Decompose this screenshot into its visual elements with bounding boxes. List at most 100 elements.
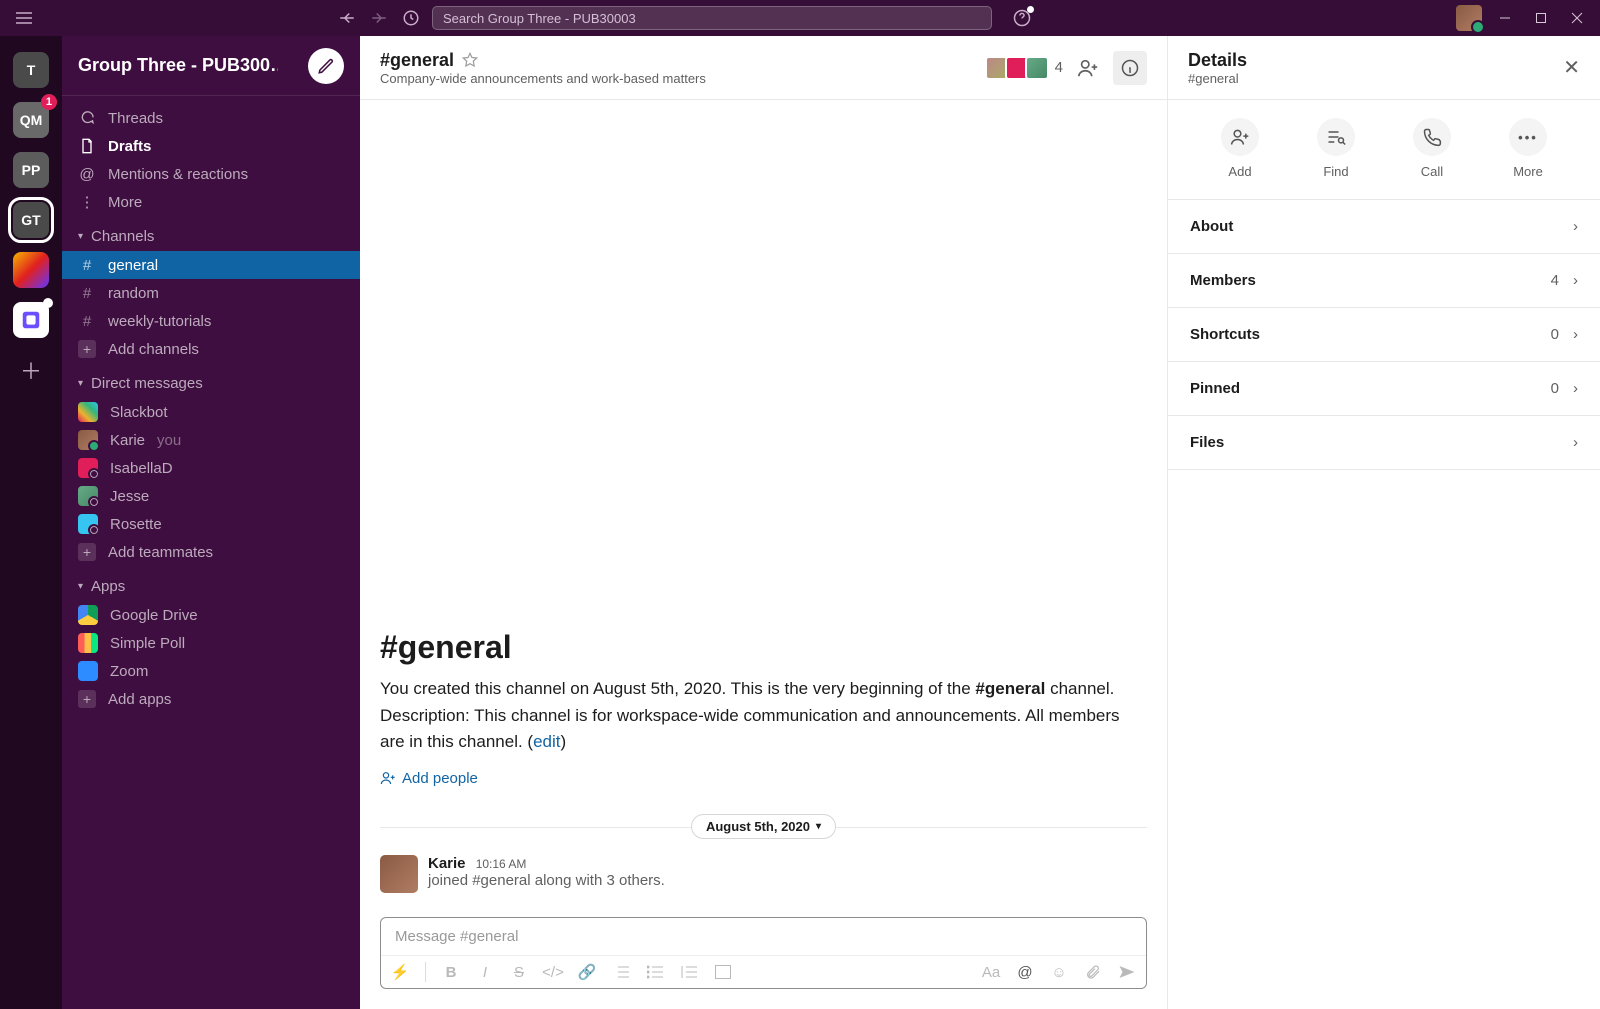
workspace-tile-app[interactable] [13, 252, 49, 288]
add-label: Add apps [108, 691, 171, 708]
section-apps[interactable]: ▾ Apps [62, 572, 360, 601]
code-icon[interactable]: </> [544, 964, 562, 981]
dm-label: Karie [110, 432, 145, 449]
dm-item[interactable]: Slackbot [62, 398, 360, 426]
message-user[interactable]: Karie [428, 855, 466, 872]
section-direct-messages[interactable]: ▾ Direct messages [62, 369, 360, 398]
search-input[interactable]: Search Group Three - PUB30003 [432, 6, 992, 30]
nav-mentions[interactable]: @ Mentions & reactions [62, 160, 360, 188]
attach-icon[interactable] [1084, 964, 1102, 980]
action-label: Add [1228, 164, 1251, 179]
blockquote-icon[interactable] [680, 965, 698, 979]
details-action-find[interactable]: Find [1317, 118, 1355, 179]
caret-down-icon: ▾ [78, 231, 83, 242]
add-teammates-button[interactable]: + Add teammates [62, 538, 360, 566]
nav-threads[interactable]: Threads [62, 104, 360, 132]
workspace-name[interactable]: Group Three - PUB300… ▾ [78, 55, 278, 76]
link-icon[interactable]: 🔗 [578, 963, 596, 981]
italic-icon[interactable]: I [476, 964, 494, 981]
message-avatar[interactable] [380, 855, 418, 893]
chevron-right-icon: › [1573, 434, 1578, 451]
add-channels-button[interactable]: + Add channels [62, 335, 360, 363]
details-action-call[interactable]: Call [1413, 118, 1451, 179]
channel-label: random [108, 285, 159, 302]
emoji-icon[interactable]: ☺ [1050, 964, 1068, 981]
add-person-icon[interactable] [1077, 57, 1099, 79]
channel-title[interactable]: #general [380, 50, 454, 71]
welcome-text: You created this channel on August 5th, … [380, 676, 1147, 755]
user-avatar[interactable] [1456, 5, 1482, 31]
message-composer[interactable]: Message #general ⚡ B I S </> 🔗 [380, 917, 1147, 989]
avatar [78, 486, 98, 506]
window-minimize-icon[interactable] [1498, 11, 1512, 25]
close-details-icon[interactable]: ✕ [1563, 55, 1580, 80]
date-divider-pill[interactable]: August 5th, 2020 ▾ [691, 814, 836, 839]
workspace-tile[interactable]: PP [13, 152, 49, 188]
star-icon[interactable] [462, 52, 478, 68]
titlebar: Search Group Three - PUB30003 [0, 0, 1600, 36]
send-icon[interactable] [1118, 964, 1136, 980]
window-close-icon[interactable] [1570, 11, 1584, 25]
app-item[interactable]: Zoom [62, 657, 360, 685]
workspace-tile[interactable]: QM 1 [13, 102, 49, 138]
channel-item-general[interactable]: # general [62, 251, 360, 279]
channel-pane: #general Company-wide announcements and … [360, 36, 1168, 1009]
nav-more[interactable]: ⋮ More [62, 188, 360, 216]
forward-icon[interactable] [370, 9, 388, 27]
hamburger-icon[interactable] [16, 12, 32, 24]
message[interactable]: Karie 10:16 AM joined #general along wit… [380, 851, 1147, 897]
shortcuts-icon[interactable]: ⚡ [391, 963, 409, 981]
history-icon[interactable] [402, 9, 420, 27]
app-item[interactable]: Simple Poll [62, 629, 360, 657]
mention-icon[interactable]: @ [1016, 964, 1034, 981]
dm-item[interactable]: Rosette [62, 510, 360, 538]
hash-icon: # [78, 257, 96, 274]
avatar [78, 430, 98, 450]
app-label: Zoom [110, 663, 148, 680]
app-item[interactable]: Google Drive [62, 601, 360, 629]
code-block-icon[interactable] [714, 965, 732, 979]
dm-item-self[interactable]: Karie you [62, 426, 360, 454]
avatar [78, 402, 98, 422]
caret-down-icon: ▾ [78, 581, 83, 592]
nav-label: Threads [108, 110, 163, 127]
bullet-list-icon[interactable] [646, 965, 664, 979]
help-icon[interactable] [1012, 8, 1032, 28]
member-avatars[interactable] [989, 56, 1049, 80]
chevron-down-icon: ▾ [816, 821, 821, 832]
back-icon[interactable] [338, 9, 356, 27]
channel-info-button[interactable] [1113, 51, 1147, 85]
composer-input[interactable]: Message #general [381, 918, 1146, 955]
at-icon: @ [78, 166, 96, 183]
dm-item[interactable]: IsabellaD [62, 454, 360, 482]
details-row-pinned[interactable]: Pinned 0› [1168, 362, 1600, 416]
workspace-tile[interactable]: T [13, 52, 49, 88]
format-icon[interactable]: Aa [982, 964, 1000, 981]
add-workspace-button[interactable]: ＋ [13, 352, 49, 388]
edit-description-link[interactable]: edit [533, 732, 560, 751]
compose-button[interactable] [308, 48, 344, 84]
channel-topic[interactable]: Company-wide announcements and work-base… [380, 71, 706, 86]
message-timestamp[interactable]: 10:16 AM [476, 857, 527, 871]
nav-drafts[interactable]: Drafts [62, 132, 360, 160]
add-people-link[interactable]: Add people [380, 770, 478, 787]
details-row-about[interactable]: About › [1168, 200, 1600, 254]
add-apps-button[interactable]: + Add apps [62, 685, 360, 713]
bold-icon[interactable]: B [442, 964, 460, 981]
channel-item[interactable]: # random [62, 279, 360, 307]
details-subtitle: #general [1188, 71, 1247, 86]
details-row-files[interactable]: Files › [1168, 416, 1600, 470]
section-channels[interactable]: ▾ Channels [62, 222, 360, 251]
plus-icon: + [78, 543, 96, 561]
dm-item[interactable]: Jesse [62, 482, 360, 510]
window-maximize-icon[interactable] [1534, 11, 1548, 25]
workspace-tile-selected[interactable]: GT [13, 202, 49, 238]
strikethrough-icon[interactable]: S [510, 964, 528, 981]
details-row-members[interactable]: Members 4› [1168, 254, 1600, 308]
details-row-shortcuts[interactable]: Shortcuts 0› [1168, 308, 1600, 362]
workspace-tile-app[interactable] [13, 302, 49, 338]
ordered-list-icon[interactable] [612, 965, 630, 979]
details-action-more[interactable]: ••• More [1509, 118, 1547, 179]
channel-item[interactable]: # weekly-tutorials [62, 307, 360, 335]
details-action-add[interactable]: Add [1221, 118, 1259, 179]
